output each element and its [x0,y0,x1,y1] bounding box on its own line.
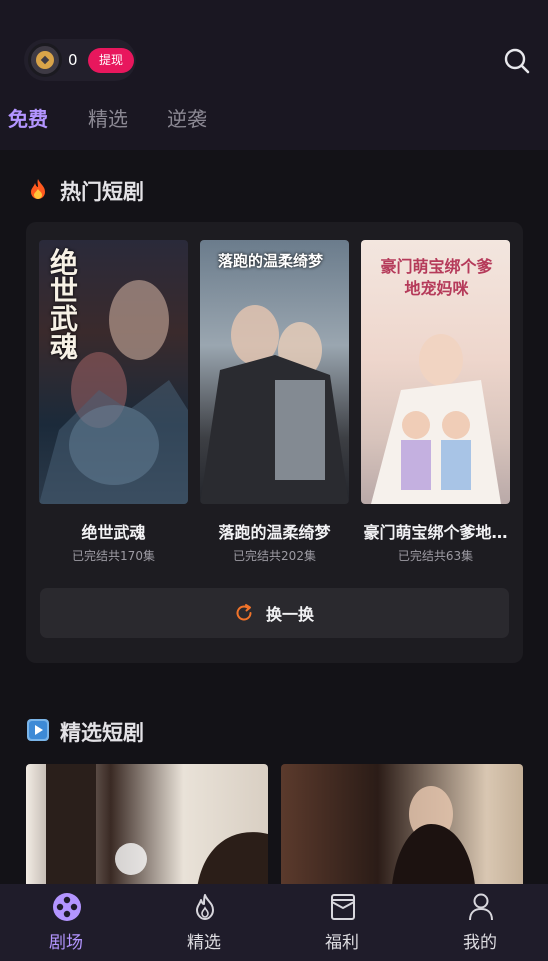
drama-poster[interactable]: 落跑的温柔绮梦 [200,240,349,504]
nav-item-theater[interactable]: 剧场 [16,884,116,961]
refresh-label: 换一换 [266,605,315,624]
drama-poster[interactable]: 豪门萌宝绑个爹地宠妈咪 [361,240,510,504]
nav-label: 剧场 [49,933,83,953]
drama-poster[interactable]: 绝世武魂 [39,240,188,504]
drama-title[interactable]: 豪门萌宝绑个爹地… [361,519,510,543]
coin-icon [28,43,62,77]
featured-drama-thumbnail[interactable] [26,764,268,904]
tab-comeback[interactable]: 逆袭 [167,103,207,132]
refresh-button[interactable]: 换一换 [40,588,509,638]
nav-label: 福利 [325,933,359,953]
drama-title[interactable]: 落跑的温柔绮梦 [200,519,349,543]
drama-title[interactable]: 绝世武魂 [39,519,188,543]
drama-episode-status: 已完结共63集 [397,549,474,563]
poster-title: 落跑的温柔绮梦 [218,252,324,270]
coin-count: 0 [68,51,78,69]
hot-section-title: 热门短剧 [60,180,144,204]
tab-selected[interactable]: 精选 [88,103,128,132]
withdraw-button[interactable]: 提现 [88,48,134,73]
gift-envelope-icon [331,894,355,920]
tab-free[interactable]: 免费 [8,103,48,132]
flame-icon [196,894,214,920]
poster-title: 豪门萌宝绑个爹地宠妈咪 [380,257,493,298]
nav-item-welfare[interactable]: 福利 [292,884,392,961]
fire-icon [31,179,45,199]
film-reel-icon [53,893,81,921]
header: 0 提现 免费 精选 逆袭 [0,0,548,150]
nav-item-profile[interactable]: 我的 [430,884,530,961]
refresh-icon [236,604,252,621]
drama-episode-status: 已完结共202集 [233,549,316,563]
featured-drama-thumbnail[interactable] [281,764,523,904]
poster-title: 绝世武魂 [46,248,79,360]
featured-section-title: 精选短剧 [60,721,144,745]
play-icon [27,719,49,741]
nav-label: 精选 [187,933,221,953]
nav-item-selected[interactable]: 精选 [154,884,254,961]
drama-episode-status: 已完结共170集 [72,549,155,563]
bottom-nav: 剧场 精选 福利 我的 [0,884,548,961]
user-icon [469,893,493,921]
nav-label: 我的 [463,933,497,953]
search-icon[interactable] [504,48,530,74]
